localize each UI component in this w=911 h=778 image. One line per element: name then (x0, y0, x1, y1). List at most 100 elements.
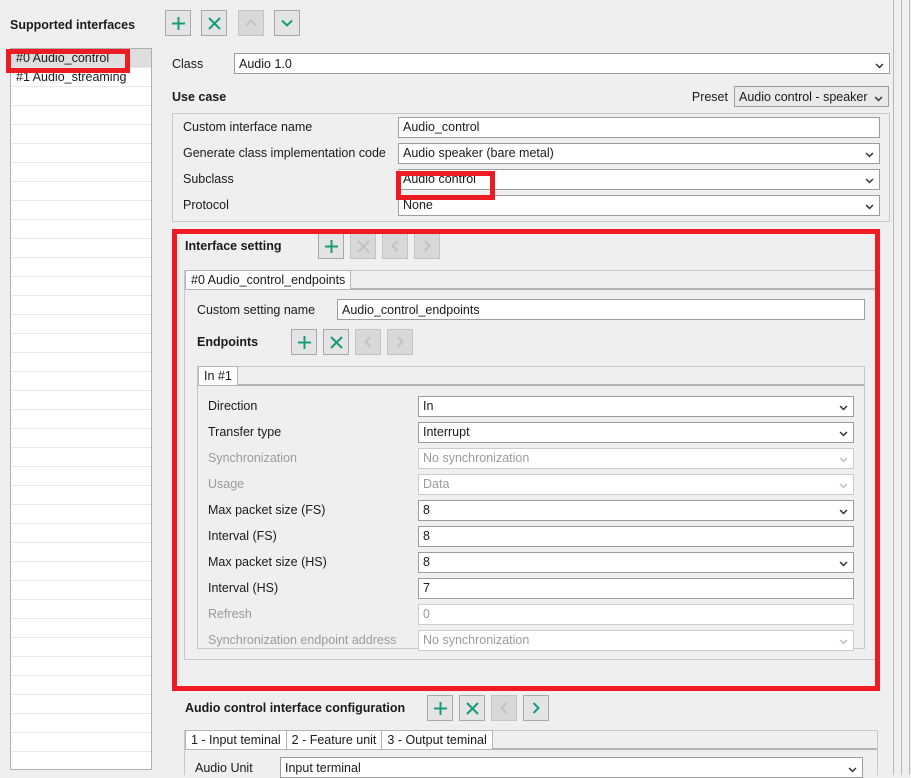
custom-setting-name-input[interactable]: Audio_control_endpoints (337, 299, 865, 320)
window-border-2 (901, 0, 902, 775)
interface-list-empty-row (11, 543, 151, 562)
interface-list-empty-row (11, 524, 151, 543)
tab-label: #0 Audio_control_endpoints (191, 273, 346, 287)
row-label: Max packet size (FS) (208, 503, 326, 517)
interface-list-empty-row (11, 296, 151, 315)
synchronization-select: No synchronization (418, 447, 854, 469)
add-button[interactable] (291, 329, 317, 355)
chevron-down-icon (839, 427, 850, 438)
next-button[interactable] (523, 695, 549, 721)
interface-list-empty-row (11, 334, 151, 353)
row-label: Generate class implementation code (183, 146, 386, 160)
endpoint-row-8: Refresh 0 (198, 601, 864, 627)
use-case-row-3: Protocol None (173, 192, 889, 218)
prev-button[interactable] (491, 695, 517, 721)
chevron-down-icon (865, 200, 876, 211)
supported-interfaces-list[interactable]: #0 Audio_control #1 Audio_streaming (10, 48, 152, 770)
endpoints-tabstrip[interactable]: In #1 (198, 366, 864, 386)
interface-list-item-0[interactable]: #0 Audio_control (11, 49, 151, 68)
subclass-select[interactable]: Audio control (398, 168, 880, 190)
interface-list-empty-row (11, 638, 151, 657)
endpoint-row-3: Usage Data (198, 471, 864, 497)
tab-0[interactable]: In #1 (198, 366, 238, 385)
chevron-down-icon (865, 174, 876, 185)
preset-label: Preset (691, 89, 728, 104)
tab-0[interactable]: #0 Audio_control_endpoints (185, 270, 352, 289)
endpoint-row-9: Synchronization endpoint address No synch… (198, 627, 864, 653)
endpoint-row-4: Max packet size (FS) 8 (198, 497, 864, 523)
audio-unit-value: Input terminal (285, 760, 361, 775)
next-button[interactable] (414, 233, 440, 259)
interface-list-empty-row (11, 657, 151, 676)
use-case-title: Use case (172, 90, 227, 104)
synchronization-endpoint-address-select: No synchronization (418, 629, 854, 651)
interface-setting-panel: #0 Audio_control_endpoints Custom settin… (184, 270, 878, 660)
tab-label: 1 - Input teminal (191, 733, 281, 747)
max-packet-size-hs-select[interactable]: 8 (418, 551, 854, 573)
interface-setting-tabstrip[interactable]: #0 Audio_control_endpoints (185, 270, 877, 290)
delete-button[interactable] (323, 329, 349, 355)
custom-interface-name-input[interactable]: Audio_control (398, 116, 880, 138)
field-value: 8 (423, 555, 430, 569)
field-value: Interrupt (423, 425, 470, 439)
audio-control-config-tabstrip[interactable]: 1 - Input teminal 2 - Feature unit 3 - Out… (185, 730, 877, 750)
preset-row: Preset Audio control - speaker (692, 86, 889, 107)
direction-select[interactable]: In (418, 395, 854, 417)
chevron-down-icon (839, 401, 850, 412)
tab-0[interactable]: 1 - Input teminal (185, 730, 287, 749)
interface-list-empty-row (11, 676, 151, 695)
add-button[interactable] (318, 233, 344, 259)
add-interface-button[interactable] (165, 10, 191, 36)
move-interface-up-button[interactable] (237, 10, 264, 36)
row-label: Max packet size (HS) (208, 555, 327, 569)
endpoint-row-0: Direction In (198, 393, 864, 419)
audio-control-config-toolbar (427, 695, 555, 721)
class-select[interactable]: Audio 1.0 (234, 53, 890, 74)
row-label: Refresh (208, 607, 252, 621)
chevron-down-icon (839, 479, 850, 490)
preset-select[interactable]: Audio control - speaker (734, 86, 889, 107)
audio-control-config-panel: 1 - Input teminal 2 - Feature unit 3 - Out… (184, 730, 878, 778)
prev-button[interactable] (382, 233, 408, 259)
interface-list-empty-row (11, 315, 151, 334)
endpoints-panel: In #1 Direction In Transfer type Interrupt S… (197, 366, 865, 651)
custom-setting-name-value: Audio_control_endpoints (342, 302, 480, 317)
interface-list-empty-row (11, 619, 151, 638)
field-value: Audio speaker (bare metal) (403, 146, 554, 160)
max-packet-size-fs-select[interactable]: 8 (418, 499, 854, 521)
transfer-type-select[interactable]: Interrupt (418, 421, 854, 443)
field-value: 7 (423, 581, 430, 595)
delete-button[interactable] (350, 233, 376, 259)
move-interface-down-button[interactable] (274, 10, 301, 36)
add-button[interactable] (427, 695, 453, 721)
delete-button[interactable] (459, 695, 485, 721)
chevron-down-icon (865, 148, 876, 159)
audio-control-config-section: Audio control interface configuration 1 … (172, 690, 890, 778)
endpoints-toolbar (291, 329, 419, 355)
protocol-select[interactable]: None (398, 194, 880, 216)
tab-2[interactable]: 3 - Output teminal (381, 730, 493, 749)
interface-setting-toolbar (318, 233, 446, 259)
interface-list-empty-row (11, 467, 151, 486)
class-label: Class (172, 56, 204, 71)
interval-hs-input[interactable]: 7 (418, 577, 854, 599)
interval-fs-input[interactable]: 8 (418, 525, 854, 547)
next-button[interactable] (387, 329, 413, 355)
interface-setting-title: Interface setting (185, 239, 282, 253)
endpoint-row-7: Interval (HS) 7 (198, 575, 864, 601)
field-value: 8 (423, 529, 430, 543)
tabstrip-filler (491, 730, 877, 749)
interface-list-empty-row (11, 410, 151, 429)
interface-list-item-1[interactable]: #1 Audio_streaming (11, 68, 151, 87)
interface-list-empty-row (11, 448, 151, 467)
tab-1[interactable]: 2 - Feature unit (285, 730, 383, 749)
endpoint-row-5: Interval (FS) 8 (198, 523, 864, 549)
prev-button[interactable] (355, 329, 381, 355)
chevron-down-icon (875, 58, 886, 69)
delete-interface-button[interactable] (201, 10, 228, 36)
tab-label: 2 - Feature unit (291, 733, 377, 747)
interface-list-empty-row (11, 714, 151, 733)
interface-list-empty-row (11, 600, 151, 619)
endpoint-row-6: Max packet size (HS) 8 (198, 549, 864, 575)
generate-class-implementation-code-select[interactable]: Audio speaker (bare metal) (398, 142, 880, 164)
